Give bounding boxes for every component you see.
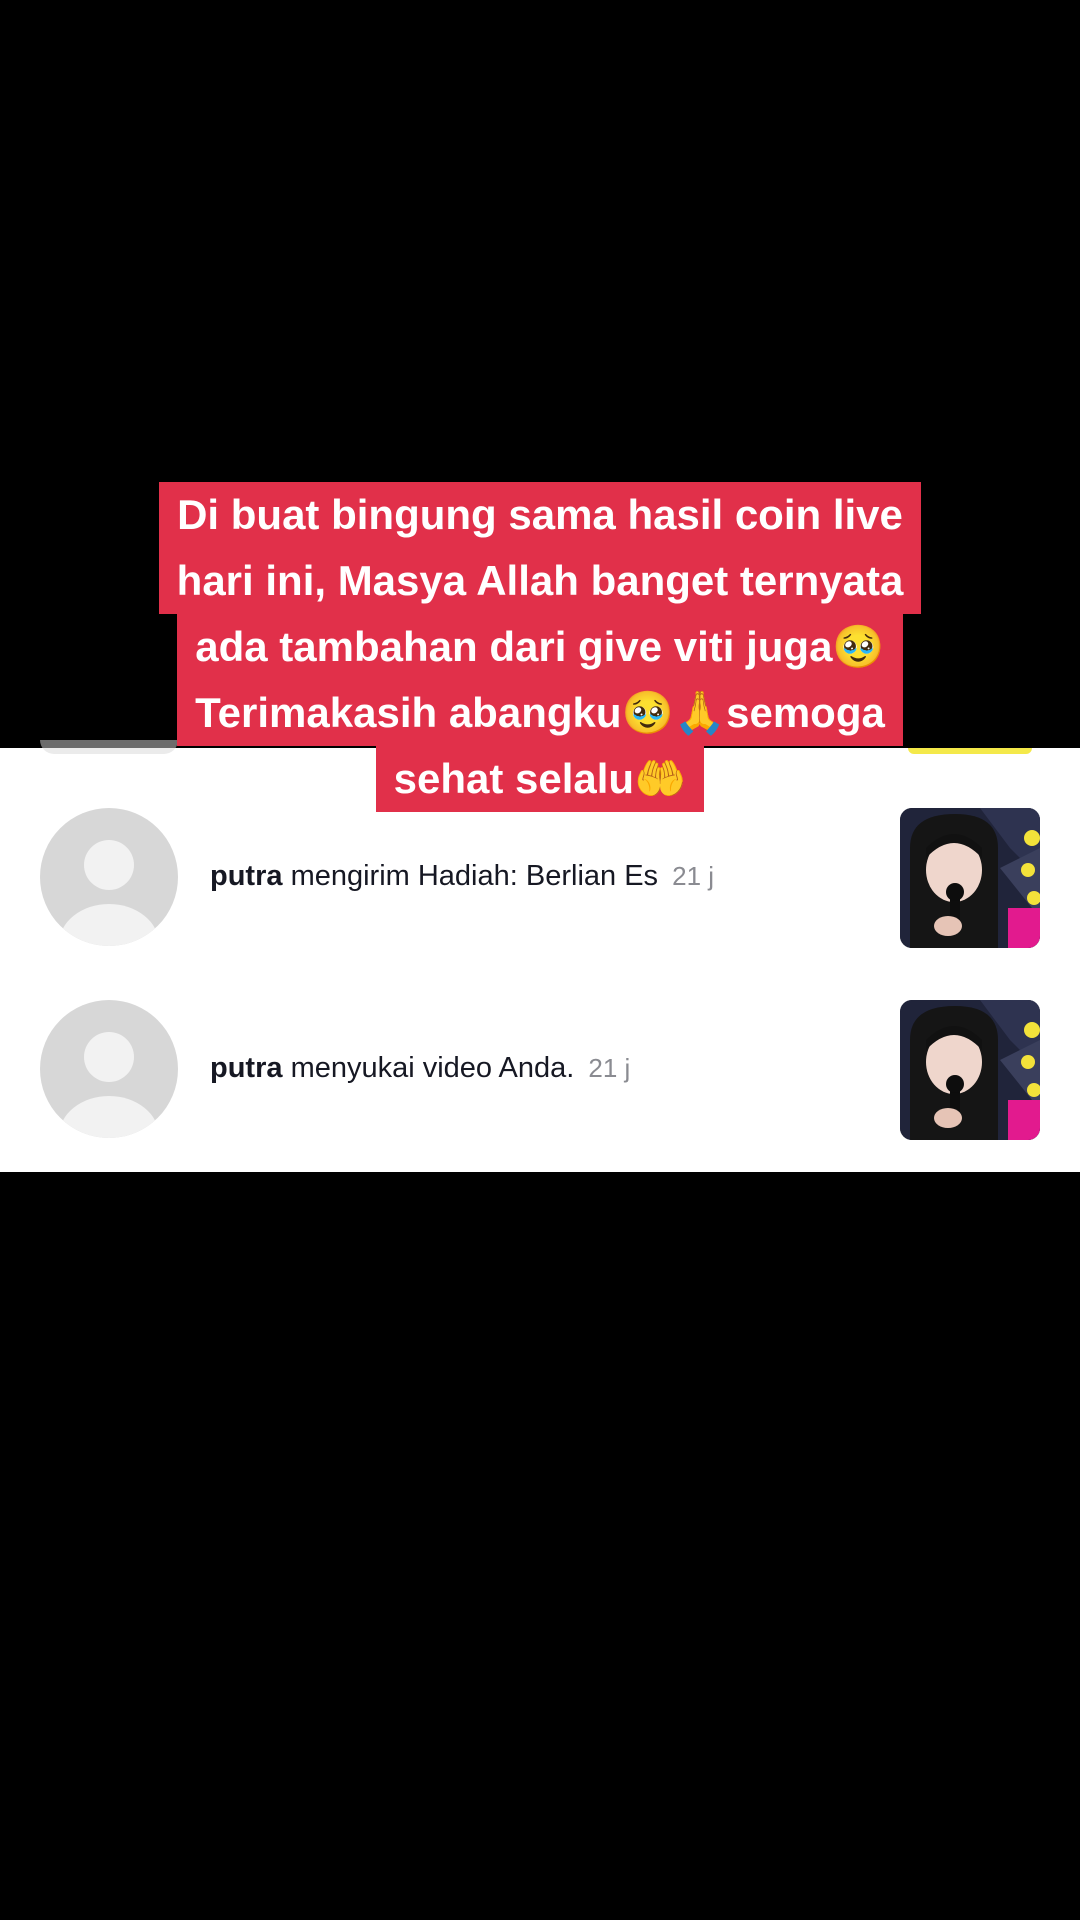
avatar-head <box>84 840 134 890</box>
notification-action: menyukai video Anda. <box>290 1052 575 1084</box>
user-avatar-icon[interactable] <box>40 808 178 946</box>
video-frame: putra mengirim Hadiah: Berlian Es 21 j p… <box>0 0 1080 1920</box>
thumbnail-image <box>900 808 1040 948</box>
user-avatar-icon[interactable] <box>40 1000 178 1138</box>
notification-item[interactable]: putra menyukai video Anda. 21 j <box>0 1000 1080 1140</box>
notification-text: putra menyukai video Anda. 21 j <box>210 1048 890 1088</box>
video-thumbnail[interactable] <box>900 1000 1040 1140</box>
caption-line: Terimakasih abangku🥹🙏semoga <box>177 680 903 746</box>
timestamp: 21 j <box>672 861 715 891</box>
timestamp: 21 j <box>588 1053 631 1083</box>
caption-line: sehat selalu🤲 <box>375 746 705 812</box>
video-caption: Di buat bingung sama hasil coin live har… <box>140 482 940 812</box>
caption-line: hari ini, Masya Allah banget ternyata <box>158 548 922 614</box>
notification-item[interactable]: putra mengirim Hadiah: Berlian Es 21 j <box>0 808 1080 948</box>
avatar-body <box>59 904 159 946</box>
thumbnail-image <box>900 1000 1040 1140</box>
username[interactable]: putra <box>210 1052 283 1084</box>
avatar-body <box>59 1096 159 1138</box>
notification-action: mengirim Hadiah: Berlian Es <box>290 860 659 892</box>
notification-text: putra mengirim Hadiah: Berlian Es 21 j <box>210 856 890 896</box>
avatar-head <box>84 1032 134 1082</box>
username[interactable]: putra <box>210 860 283 892</box>
caption-line: Di buat bingung sama hasil coin live <box>159 482 921 548</box>
video-thumbnail[interactable] <box>900 808 1040 948</box>
caption-line: ada tambahan dari give viti juga🥹 <box>177 614 903 680</box>
